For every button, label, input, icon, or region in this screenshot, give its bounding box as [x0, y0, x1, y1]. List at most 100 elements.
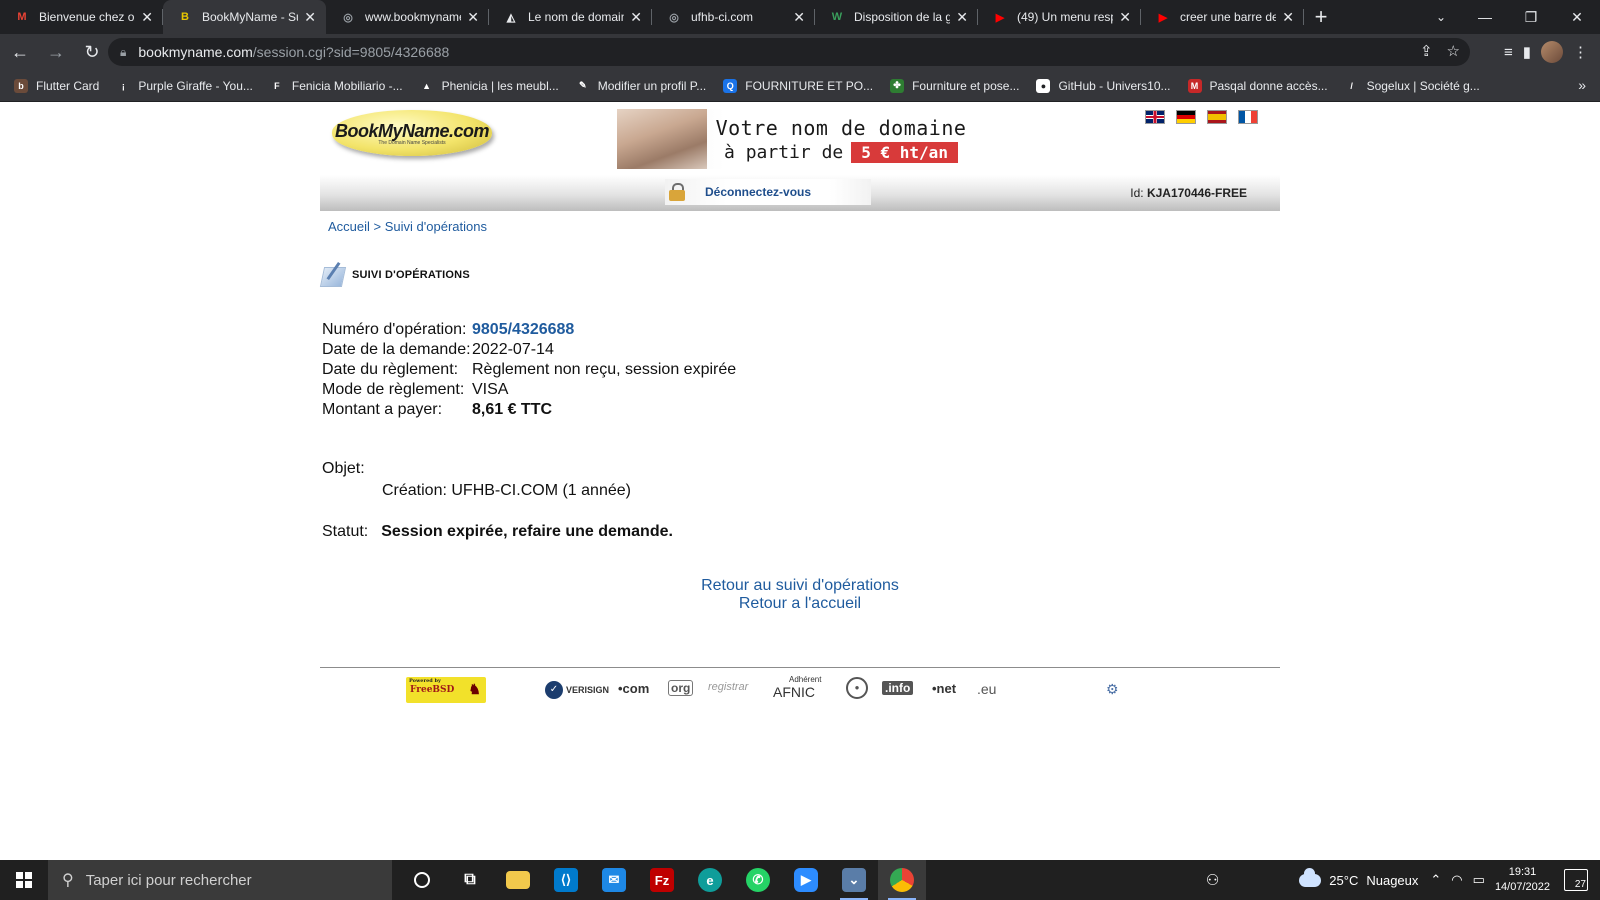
detail-row: Date du règlement: Règlement non reçu, s…	[322, 360, 736, 380]
mail-icon[interactable]: ✉	[590, 860, 638, 900]
start-button[interactable]	[0, 860, 48, 900]
browser-tab[interactable]: ◭ Le nom de domaine ✕	[489, 0, 652, 34]
bookmarks-overflow-icon[interactable]: »	[1578, 77, 1586, 93]
freebsd-logo[interactable]: Powered by FreeBSD ♞	[406, 677, 486, 703]
people-icon[interactable]: ⚇	[1206, 871, 1219, 889]
bookmark-favicon-icon: b	[14, 78, 28, 93]
promo-banner[interactable]: Votre nom de domaine à partir de 5 € ht/…	[617, 109, 975, 169]
org-logo[interactable]: org	[668, 680, 694, 696]
afnic-logo[interactable]: Adhérent AFNIC	[765, 675, 821, 700]
file-explorer-icon[interactable]	[494, 860, 542, 900]
profile-avatar[interactable]	[1541, 41, 1563, 63]
notifications-icon[interactable]: 27	[1564, 869, 1588, 891]
close-tab-icon[interactable]: ✕	[793, 9, 805, 26]
detail-row: Date de la demande: 2022-07-14	[322, 340, 736, 360]
bookmark-item[interactable]: F Fenicia Mobiliario -...	[269, 78, 403, 93]
globe-icon: ◎	[343, 11, 353, 24]
close-tab-icon[interactable]: ✕	[304, 9, 316, 26]
flag-english-icon[interactable]	[1145, 110, 1165, 124]
clock[interactable]: 19:31 14/07/2022	[1495, 865, 1550, 895]
browser-tab[interactable]: ▶ creer une barre de ✕	[1141, 0, 1304, 34]
breadcrumb-current-link[interactable]: Suivi d'opérations	[385, 219, 487, 234]
browser-tab[interactable]: B BookMyName - Suivi ✕	[163, 0, 326, 34]
flag-german-icon[interactable]	[1176, 110, 1196, 124]
close-tab-icon[interactable]: ✕	[1119, 9, 1131, 26]
bookmark-item[interactable]: Q FOURNITURE ET PO...	[723, 78, 873, 93]
detail-label: Date du règlement:	[322, 361, 459, 378]
back-to-home-link[interactable]: Retour a l'accueil	[320, 595, 1280, 613]
bookmark-star-icon[interactable]: ☆	[1447, 42, 1460, 60]
logout-box: Déconnectez-vous	[665, 179, 871, 205]
close-tab-icon[interactable]: ✕	[630, 9, 642, 26]
task-view-icon[interactable]: ⧉	[446, 860, 494, 900]
detail-label: Mode de règlement:	[322, 381, 465, 398]
network-icon[interactable]: ⚙	[1106, 681, 1119, 698]
tab-search-chevron-icon[interactable]: ⌄	[1424, 0, 1458, 34]
bookmark-item[interactable]: M Pasqal donne accès...	[1187, 78, 1328, 93]
filezilla-icon[interactable]: Fz	[638, 860, 686, 900]
battery-icon[interactable]: ▭	[1473, 872, 1485, 888]
close-tab-icon[interactable]: ✕	[1282, 9, 1294, 26]
weather-widget[interactable]: 25°C Nuageux	[1299, 867, 1418, 888]
bookmark-item[interactable]: ▲ Phenicia | les meubl...	[419, 78, 559, 93]
browser-tab[interactable]: M Bienvenue chez o2s ✕	[0, 0, 163, 34]
taskbar-search[interactable]: ⚲ Taper ici pour rechercher	[48, 860, 392, 900]
back-arrow-icon[interactable]: ←	[4, 36, 36, 68]
side-panel-icon[interactable]: ▮	[1523, 43, 1531, 61]
edge-icon[interactable]: e	[686, 860, 734, 900]
afnic-small: Adhérent	[789, 675, 822, 684]
close-window-icon[interactable]: ✕	[1554, 0, 1600, 34]
bookmark-item[interactable]: / Sogelux | Société g...	[1344, 78, 1480, 93]
eu-logo[interactable]: .eu	[977, 681, 996, 697]
zoom-icon[interactable]: ▶	[782, 860, 830, 900]
back-to-operations-link[interactable]: Retour au suivi d'opérations	[320, 577, 1280, 595]
circle-seal-logo[interactable]: ●	[846, 677, 868, 699]
forward-arrow-icon[interactable]: →	[40, 36, 72, 68]
bookmyname-logo[interactable]: BookMyName.com The Domain Name Specialis…	[332, 110, 492, 156]
chrome-icon[interactable]	[878, 860, 926, 900]
cortana-icon[interactable]	[398, 860, 446, 900]
operation-details: Numéro d'opération: 9805/4326688 Date de…	[322, 320, 736, 420]
afnic-text: AFNIC	[773, 684, 815, 700]
lock-icon[interactable]: 🔒︎	[120, 45, 126, 60]
bookmark-item[interactable]: b Flutter Card	[14, 78, 99, 93]
com-logo[interactable]: •com	[618, 681, 649, 696]
bookmark-item[interactable]: ✎ Modifier un profil P...	[575, 78, 706, 93]
info-logo[interactable]: .info	[882, 681, 914, 695]
close-tab-icon[interactable]: ✕	[956, 9, 968, 26]
breadcrumb-home-link[interactable]: Accueil	[328, 219, 370, 234]
browser-tab[interactable]: ◎ www.bookmyname.com ✕	[326, 0, 489, 34]
footer-divider	[320, 667, 1280, 668]
downloads-app-icon[interactable]: ⌄	[830, 860, 878, 900]
verisign-logo[interactable]: ✓ VERISIGN	[545, 681, 609, 699]
menu-kebab-icon[interactable]: ⋮	[1573, 43, 1588, 61]
banner-line-2: à partir de 5 € ht/an	[724, 141, 958, 163]
address-bar[interactable]: 🔒︎ bookmyname.com/session.cgi?sid=9805/4…	[108, 38, 1470, 66]
vscode-icon[interactable]: ⟨⟩	[542, 860, 590, 900]
flag-french-icon[interactable]	[1238, 110, 1258, 124]
browser-tab[interactable]: ▶ (49) Un menu responsive ✕	[978, 0, 1141, 34]
bookmark-item[interactable]: ✤ Fourniture et pose...	[890, 78, 1019, 93]
minimize-icon[interactable]: —	[1462, 0, 1508, 34]
bookmarks-bar: b Flutter Card ¡ Purple Giraffe - You... F Fe…	[0, 70, 1600, 102]
share-icon[interactable]: ⇪	[1420, 42, 1433, 60]
system-tray: ⚇ 25°C Nuageux ⌃ ◠ ▭ 19:31 14/07/2022 27	[1206, 860, 1600, 900]
browser-tab[interactable]: ◎ ufhb-ci.com ✕	[652, 0, 815, 34]
chevron-up-icon[interactable]: ⌃	[1430, 872, 1441, 888]
browser-tab[interactable]: W Disposition de la grille ✕	[815, 0, 978, 34]
wifi-icon[interactable]: ◠	[1451, 872, 1462, 888]
registrar-logo[interactable]: registrar	[708, 681, 748, 693]
close-tab-icon[interactable]: ✕	[467, 9, 479, 26]
media-queue-icon[interactable]: ≡	[1504, 44, 1513, 61]
new-tab-button[interactable]: +	[1304, 0, 1338, 34]
restore-icon[interactable]: ❐	[1508, 0, 1554, 34]
close-tab-icon[interactable]: ✕	[141, 9, 153, 26]
net-logo[interactable]: •net	[932, 681, 956, 696]
logout-link[interactable]: Déconnectez-vous	[705, 185, 811, 199]
whatsapp-icon[interactable]: ✆	[734, 860, 782, 900]
bookmark-item[interactable]: ¡ Purple Giraffe - You...	[116, 78, 253, 93]
reload-icon[interactable]: ↻	[76, 36, 108, 68]
bookmark-item[interactable]: ● GitHub - Univers10...	[1036, 78, 1171, 93]
flag-spanish-icon[interactable]	[1207, 110, 1227, 124]
detail-label: Montant a payer:	[322, 401, 443, 418]
